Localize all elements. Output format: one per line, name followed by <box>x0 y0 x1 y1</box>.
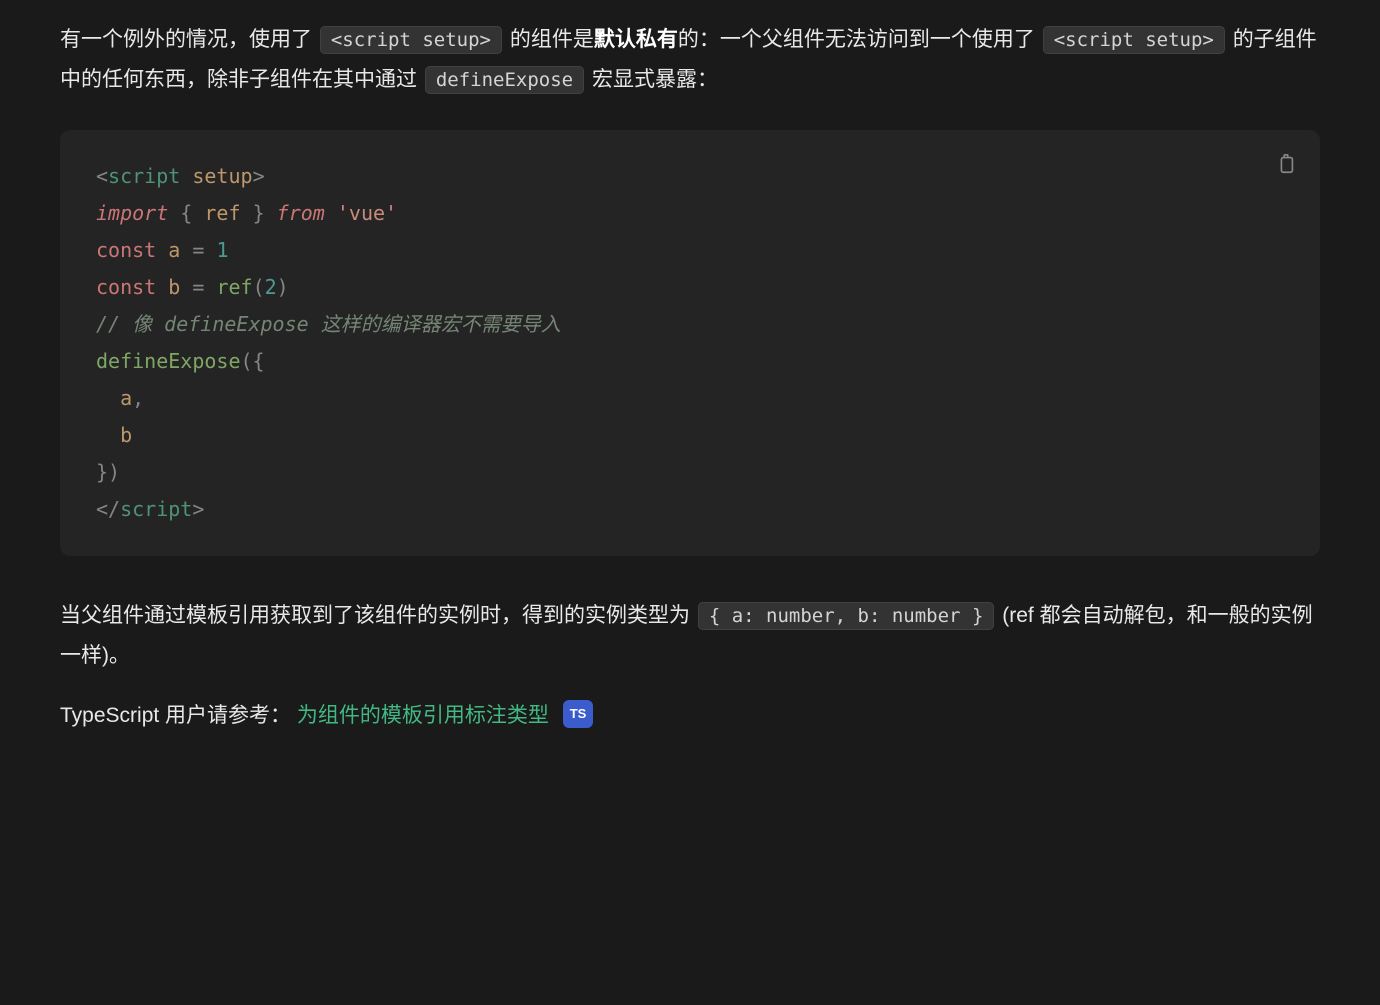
code-line: b <box>96 417 1284 454</box>
text: 的：一个父组件无法访问到一个使用了 <box>678 28 1041 51</box>
inline-code-script-setup-2: <script setup> <box>1043 26 1225 54</box>
bold-text: 默认私有 <box>594 28 678 51</box>
text: 的组件是 <box>510 28 594 51</box>
result-paragraph: 当父组件通过模板引用获取到了该组件的实例时，得到的实例类型为 { a: numb… <box>60 596 1320 676</box>
code-line: const b = ref(2) <box>96 269 1284 306</box>
copy-button[interactable] <box>1270 148 1302 180</box>
code-line: defineExpose({ <box>96 343 1284 380</box>
inline-code-defineexpose: defineExpose <box>425 66 584 94</box>
code-line: a, <box>96 380 1284 417</box>
code-block: <script setup> import { ref } from 'vue'… <box>60 130 1320 556</box>
text: 当父组件通过模板引用获取到了该组件的实例时，得到的实例类型为 <box>60 604 696 627</box>
code-line: import { ref } from 'vue' <box>96 195 1284 232</box>
inline-code-script-setup-1: <script setup> <box>320 26 502 54</box>
text: 有一个例外的情况，使用了 <box>60 28 318 51</box>
ts-badge: TS <box>563 700 594 729</box>
code-line: </script> <box>96 491 1284 528</box>
intro-paragraph: 有一个例外的情况，使用了 <script setup> 的组件是默认私有的：一个… <box>60 20 1320 100</box>
code-line: const a = 1 <box>96 232 1284 269</box>
clipboard-icon <box>1275 153 1297 175</box>
text: 宏显式暴露： <box>592 68 718 91</box>
inline-code-type: { a: number, b: number } <box>698 602 995 630</box>
code-line: <script setup> <box>96 158 1284 195</box>
text: TypeScript 用户请参考： <box>60 704 291 727</box>
typescript-note: TypeScript 用户请参考： 为组件的模板引用标注类型 TS <box>60 696 1320 736</box>
code-line: }) <box>96 454 1284 491</box>
typescript-link[interactable]: 为组件的模板引用标注类型 <box>297 704 549 727</box>
code-line: // 像 defineExpose 这样的编译器宏不需要导入 <box>96 306 1284 343</box>
